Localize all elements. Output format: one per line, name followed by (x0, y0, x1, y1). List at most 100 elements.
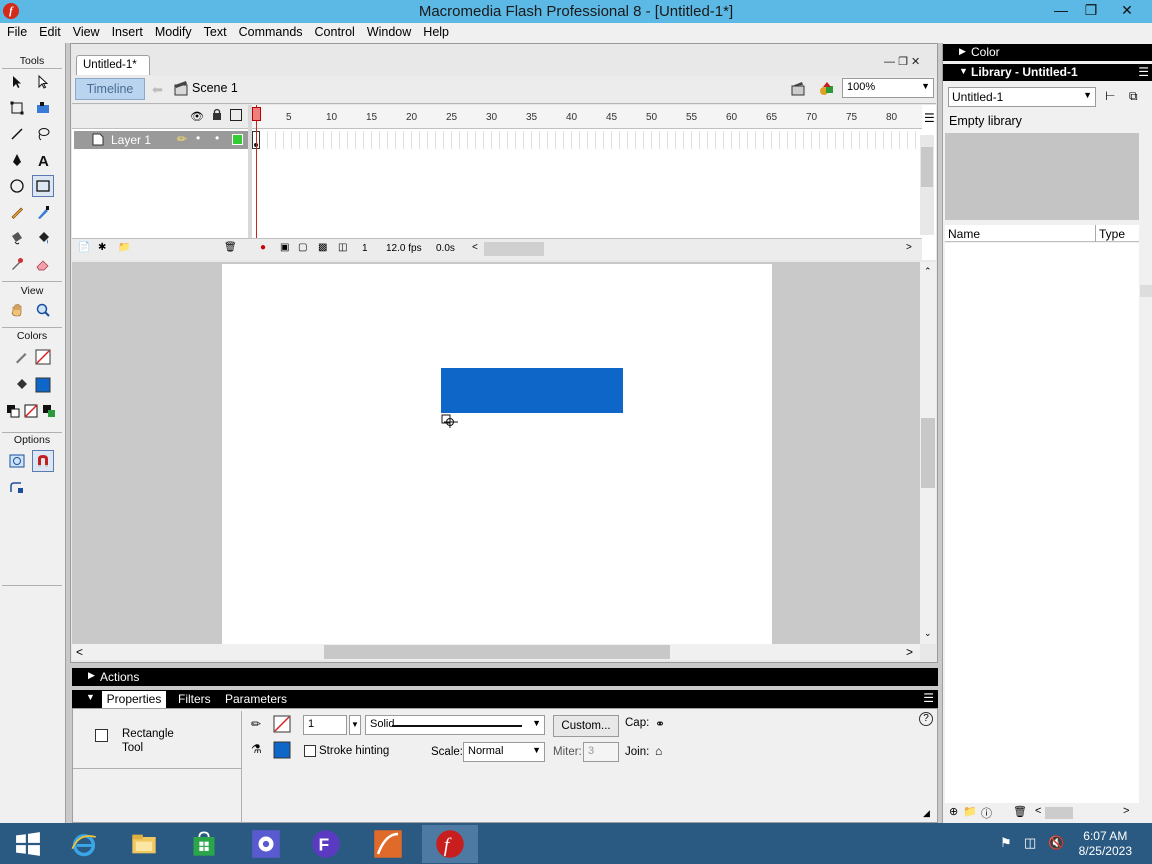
pen-tool-icon[interactable] (6, 149, 28, 171)
minimize-button[interactable]: — (1046, 0, 1076, 21)
scroll-right-icon[interactable]: > (906, 645, 913, 659)
stage-hscroll-thumb[interactable] (324, 645, 670, 659)
panel-options-icon[interactable]: ☰ (1138, 65, 1149, 79)
scale-select[interactable]: Normal ▼ (463, 742, 545, 762)
column-name[interactable]: Name (948, 227, 980, 241)
round-rectangle-radius-icon[interactable] (6, 477, 28, 499)
menu-modify[interactable]: Modify (148, 23, 197, 39)
layer-name[interactable]: Layer 1 (111, 133, 151, 147)
no-color-icon[interactable] (22, 400, 40, 422)
network-icon[interactable]: ◫ (1024, 835, 1036, 851)
timeline-options-icon[interactable]: ☰ (924, 111, 935, 125)
internet-explorer-icon[interactable] (56, 825, 112, 863)
menu-insert[interactable]: Insert (105, 23, 148, 39)
zoom-tool-icon[interactable] (32, 299, 54, 321)
cap-style-icon[interactable]: ⚭ (655, 717, 665, 731)
menu-view[interactable]: View (66, 23, 105, 39)
frame-cells[interactable] (252, 131, 922, 149)
scroll-left-icon[interactable]: < (1035, 805, 1041, 817)
visibility-dot[interactable]: • (196, 131, 200, 145)
scroll-right-icon[interactable]: > (906, 242, 912, 253)
restore-button[interactable]: ❐ (1076, 0, 1106, 21)
fill-color-swatch[interactable] (32, 374, 54, 396)
timeline-vscroll[interactable] (920, 135, 934, 235)
menu-help[interactable]: Help (416, 23, 454, 39)
scroll-left-icon[interactable]: < (76, 645, 83, 659)
lock-dot[interactable]: • (215, 131, 219, 145)
text-tool-icon[interactable]: A (32, 149, 54, 171)
stage-vscroll[interactable]: ⌃ ⌄ (920, 262, 936, 644)
library-document-select[interactable]: Untitled-1 ▼ (948, 87, 1096, 107)
close-button[interactable]: ✕ (1110, 0, 1144, 21)
lock-icon[interactable] (212, 108, 222, 120)
scroll-up-icon[interactable]: ⌃ (924, 266, 932, 277)
stroke-height-input[interactable]: 1 (303, 715, 347, 735)
add-motion-guide-icon[interactable]: ✱ (98, 242, 106, 253)
panel-options-icon[interactable]: ☰ (923, 691, 934, 705)
line-tool-icon[interactable] (6, 123, 28, 145)
stroke-color-swatch[interactable] (273, 715, 291, 733)
tab-properties[interactable]: Properties (102, 691, 166, 708)
new-folder-icon[interactable]: 📁 (963, 805, 977, 818)
outline-icon[interactable] (230, 109, 242, 121)
properties-icon[interactable]: ⓘ (981, 805, 992, 821)
stroke-style-select[interactable]: Solid ▼ (365, 715, 545, 735)
rectangle-tool-icon[interactable] (32, 175, 54, 197)
library-scrollbar[interactable] (1139, 225, 1152, 805)
flash-professional-icon[interactable]: f (422, 825, 478, 863)
doc-minimize-icon[interactable]: — (884, 56, 895, 68)
menu-text[interactable]: Text (197, 23, 232, 39)
new-symbol-icon[interactable]: ⊕ (949, 805, 958, 818)
file-explorer-icon[interactable] (116, 825, 172, 863)
tab-filters[interactable]: Filters (178, 692, 211, 706)
miter-input[interactable]: 3 (583, 742, 619, 762)
gradient-transform-tool-icon[interactable] (32, 97, 54, 119)
blue-rectangle-shape[interactable] (441, 368, 623, 413)
onion-skin-icon[interactable]: ▣ (280, 242, 289, 253)
tab-parameters[interactable]: Parameters (225, 692, 287, 706)
start-button[interactable] (0, 825, 56, 863)
library-panel-header[interactable]: ▼ Library - Untitled-1 ☰ (943, 64, 1152, 81)
brush-tool-icon[interactable] (32, 201, 54, 223)
clock[interactable]: 6:07 AM 8/25/2023 (1079, 829, 1132, 859)
selection-tool-icon[interactable] (6, 71, 28, 93)
center-frame-icon[interactable]: ● (260, 242, 266, 253)
paint-bucket-tool-icon[interactable] (32, 227, 54, 249)
stroke-color-swatch[interactable] (32, 346, 54, 368)
flashdevelop-icon[interactable]: F (298, 825, 354, 863)
menu-commands[interactable]: Commands (232, 23, 308, 39)
menu-edit[interactable]: Edit (32, 23, 66, 39)
back-arrow-icon[interactable]: ⬅ (152, 82, 163, 98)
delete-icon[interactable]: 🗑 (1013, 805, 1027, 818)
edit-multiple-frames-icon[interactable]: ▩ (318, 242, 327, 253)
oval-tool-icon[interactable] (6, 175, 28, 197)
scroll-left-icon[interactable]: < (472, 242, 478, 253)
pasteboard[interactable] (72, 262, 920, 644)
lasso-tool-icon[interactable] (32, 123, 54, 145)
actions-panel-header[interactable]: ▶ Actions (72, 668, 938, 686)
layer-row[interactable]: Layer 1 ✏ • • (74, 131, 248, 149)
flash-alt-icon[interactable] (360, 825, 416, 863)
object-drawing-icon[interactable] (6, 450, 28, 472)
doc-restore-icon[interactable]: ❐ (898, 56, 908, 68)
flag-icon[interactable]: ⚑ (1000, 835, 1012, 851)
join-style-icon[interactable]: ⌂ (655, 744, 662, 758)
stage-hscroll[interactable]: < > (72, 644, 920, 660)
free-transform-tool-icon[interactable] (6, 97, 28, 119)
stage-vscroll-thumb[interactable] (921, 418, 935, 488)
edit-symbols-icon[interactable] (818, 80, 836, 98)
zoom-select[interactable]: 100% ▼ (842, 78, 934, 98)
scroll-down-icon[interactable]: ⌄ (924, 628, 932, 639)
column-type[interactable]: Type (1099, 227, 1125, 241)
onion-skin-outlines-icon[interactable]: ▢ (298, 242, 307, 253)
doc-close-icon[interactable]: ✕ (911, 56, 920, 68)
custom-stroke-button[interactable]: Custom... (553, 715, 619, 737)
frame-ruler[interactable]: 15101520253035404550556065707580 (252, 105, 922, 129)
playhead[interactable] (252, 105, 261, 260)
insert-layer-icon[interactable]: 📄 (78, 242, 90, 253)
eraser-tool-icon[interactable] (32, 253, 54, 275)
black-white-icon[interactable] (4, 400, 22, 422)
resize-arrow-icon[interactable]: ◢ (923, 808, 930, 819)
volume-muted-icon[interactable]: 🔇 (1048, 835, 1064, 851)
hand-tool-icon[interactable] (6, 299, 28, 321)
